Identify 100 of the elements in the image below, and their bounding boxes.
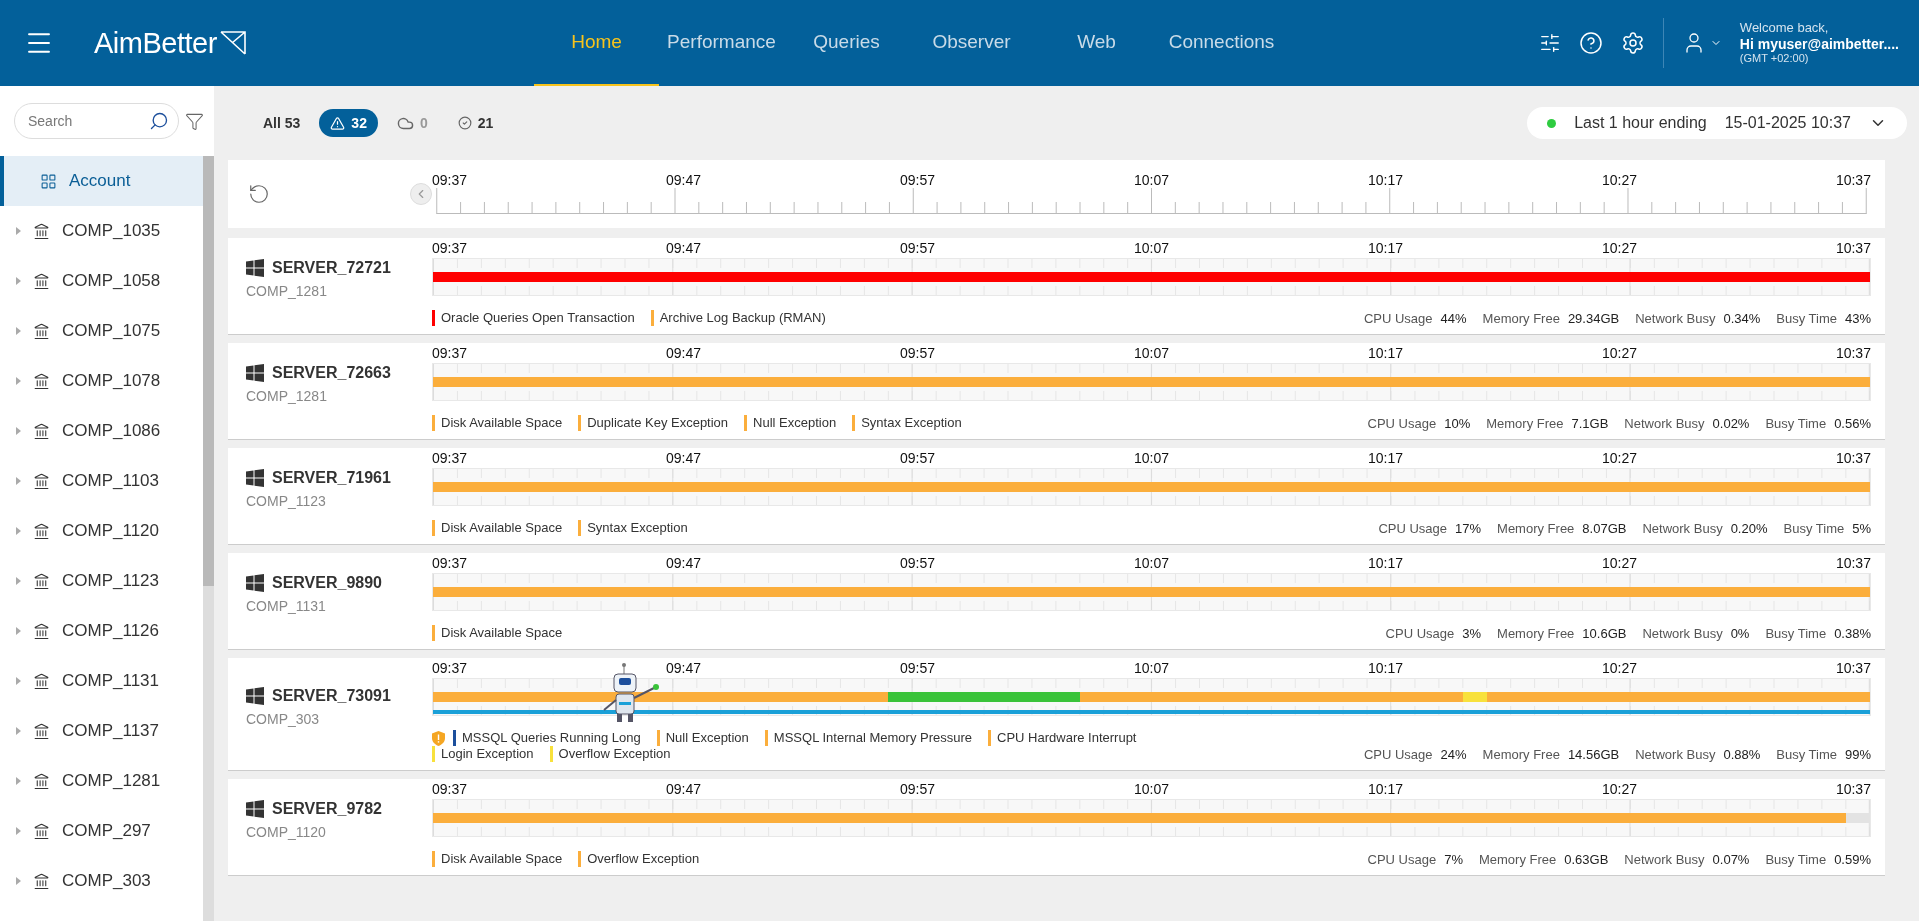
time-label: 10:07 bbox=[1133, 240, 1169, 256]
sidebar-item-label: COMP_1126 bbox=[62, 621, 159, 641]
windows-logo-icon bbox=[246, 687, 264, 705]
sidebar-item[interactable]: COMP_1131 bbox=[0, 656, 203, 706]
time-label: 10:17 bbox=[1367, 345, 1403, 361]
filter-chip[interactable]: 32 bbox=[319, 109, 378, 137]
server-name: SERVER_9890 bbox=[272, 574, 382, 592]
filter-chip[interactable]: All 53 bbox=[252, 109, 312, 137]
stat-value: 7.1GB bbox=[1571, 416, 1609, 431]
caret-icon bbox=[16, 327, 21, 335]
stat-value: 7% bbox=[1444, 852, 1463, 867]
windows-logo-icon bbox=[246, 259, 264, 277]
time-label: 09:47 bbox=[666, 450, 702, 466]
nav-tab[interactable]: Performance bbox=[659, 0, 784, 86]
stat-label: CPU Usage bbox=[1367, 416, 1437, 431]
sidebar-item[interactable]: COMP_303 bbox=[0, 856, 203, 906]
stat-value: 0.07% bbox=[1712, 852, 1750, 867]
time-label: 09:57 bbox=[899, 450, 935, 466]
sidebar-item[interactable]: COMP_297 bbox=[0, 806, 203, 856]
stat-value: 0% bbox=[1730, 626, 1750, 641]
refresh-icon[interactable] bbox=[248, 183, 270, 205]
time-label: 09:47 bbox=[666, 555, 702, 571]
sidebar-item[interactable]: COMP_1086 bbox=[0, 406, 203, 456]
time-label: 10:17 bbox=[1367, 781, 1403, 797]
sidebar-item[interactable]: COMP_1123 bbox=[0, 556, 203, 606]
sidebar-item-label: COMP_1075 bbox=[62, 321, 161, 341]
company-name: COMP_1120 bbox=[246, 824, 327, 840]
previous-button[interactable] bbox=[410, 183, 432, 205]
sidebar-item[interactable]: COMP_1126 bbox=[0, 606, 203, 656]
stat-value: 0.38% bbox=[1834, 626, 1871, 641]
alert-label: MSSQL Internal Memory Pressure bbox=[764, 730, 973, 746]
stat-label: Busy Time bbox=[1765, 626, 1827, 641]
building-icon bbox=[33, 722, 50, 740]
company-name: COMP_1281 bbox=[246, 388, 328, 404]
caret-icon bbox=[16, 877, 21, 885]
stat-value: 10.6GB bbox=[1582, 626, 1627, 641]
alert-label: Syntax Exception bbox=[852, 415, 962, 431]
stat-value: 10% bbox=[1444, 416, 1471, 431]
search-field[interactable]: Search bbox=[14, 103, 179, 139]
alert-label: Overflow Exception bbox=[578, 851, 700, 867]
time-range-dropdown[interactable]: Last 1 hour ending 15-01-2025 10:37 bbox=[1527, 107, 1907, 139]
building-icon bbox=[33, 772, 50, 790]
sidebar-item-label: COMP_297 bbox=[62, 821, 151, 841]
sidebar-item[interactable]: COMP_1058 bbox=[0, 256, 203, 306]
alert-label: Disk Available Space bbox=[432, 520, 563, 536]
warning-icon bbox=[330, 115, 346, 131]
nav-tab[interactable]: Web bbox=[1034, 0, 1159, 86]
time-label: 09:37 bbox=[432, 555, 468, 571]
nav-tab[interactable]: Connections bbox=[1159, 0, 1284, 86]
stat-value: 0.20% bbox=[1730, 521, 1768, 536]
stat-label: CPU Usage bbox=[1363, 747, 1433, 762]
time-label: 09:47 bbox=[666, 172, 702, 188]
nav-tab[interactable]: Observer bbox=[909, 0, 1034, 86]
sidebar-item[interactable]: COMP_1103 bbox=[0, 456, 203, 506]
sliders-icon[interactable] bbox=[1538, 32, 1561, 54]
stat-value: 0.88% bbox=[1723, 747, 1761, 762]
filter-icon[interactable] bbox=[185, 111, 204, 131]
sidebar-item-label: COMP_1123 bbox=[62, 571, 159, 591]
sidebar-item-label: COMP_1086 bbox=[62, 421, 161, 441]
server-name: SERVER_73091 bbox=[272, 687, 391, 705]
caret-icon bbox=[16, 577, 21, 585]
nav-tab[interactable]: Home bbox=[534, 0, 659, 86]
sidebar-item-label: COMP_1137 bbox=[62, 721, 159, 741]
time-label: 10:17 bbox=[1367, 660, 1403, 676]
status-bar-segment[interactable] bbox=[1846, 272, 1871, 282]
windows-logo-icon bbox=[246, 364, 264, 382]
stat-label: Busy Time bbox=[1765, 852, 1827, 867]
time-label: 10:37 bbox=[1835, 240, 1871, 256]
time-label: 10:27 bbox=[1601, 450, 1637, 466]
sidebar-item-label: COMP_1281 bbox=[62, 771, 161, 791]
settings-icon[interactable] bbox=[1620, 31, 1645, 55]
time-label: 10:07 bbox=[1133, 450, 1169, 466]
filter-chip[interactable]: 21 bbox=[446, 109, 505, 137]
sidebar-item[interactable]: COMP_1137 bbox=[0, 706, 203, 756]
sidebar-item[interactable]: COMP_1281 bbox=[0, 756, 203, 806]
sidebar-item[interactable]: COMP_1078 bbox=[0, 356, 203, 406]
sidebar-item[interactable]: COMP_1035 bbox=[0, 206, 203, 256]
alert-label: Login Exception bbox=[432, 746, 534, 762]
sidebar-item[interactable]: COMP_1120 bbox=[0, 506, 203, 556]
help-icon[interactable] bbox=[1578, 31, 1603, 55]
alert-label: Disk Available Space bbox=[432, 415, 563, 431]
stat-label: Network Busy bbox=[1635, 311, 1716, 326]
stat-value: 99% bbox=[1844, 747, 1871, 762]
time-range-value: 15-01-2025 10:37 bbox=[1724, 114, 1851, 132]
time-label: 10:37 bbox=[1835, 781, 1871, 797]
sidebar-item[interactable]: Account bbox=[0, 156, 203, 206]
sidebar-item-label: COMP_1078 bbox=[62, 371, 161, 391]
stat-value: 14.56GB bbox=[1567, 747, 1620, 762]
time-label: 10:37 bbox=[1835, 450, 1871, 466]
sidebar-item[interactable]: COMP_1075 bbox=[0, 306, 203, 356]
stat-label: Network Busy bbox=[1635, 747, 1716, 762]
time-label: 10:27 bbox=[1601, 781, 1637, 797]
nav-tab[interactable]: Queries bbox=[784, 0, 909, 86]
stat-label: Busy Time bbox=[1765, 416, 1827, 431]
stat-value: 0.34% bbox=[1723, 311, 1761, 326]
scrollbar[interactable] bbox=[203, 156, 214, 921]
sidebar-item-label: COMP_303 bbox=[62, 871, 151, 891]
time-label: 09:57 bbox=[899, 781, 935, 797]
stat-value: 24% bbox=[1440, 747, 1467, 762]
time-label: 10:27 bbox=[1601, 555, 1637, 571]
